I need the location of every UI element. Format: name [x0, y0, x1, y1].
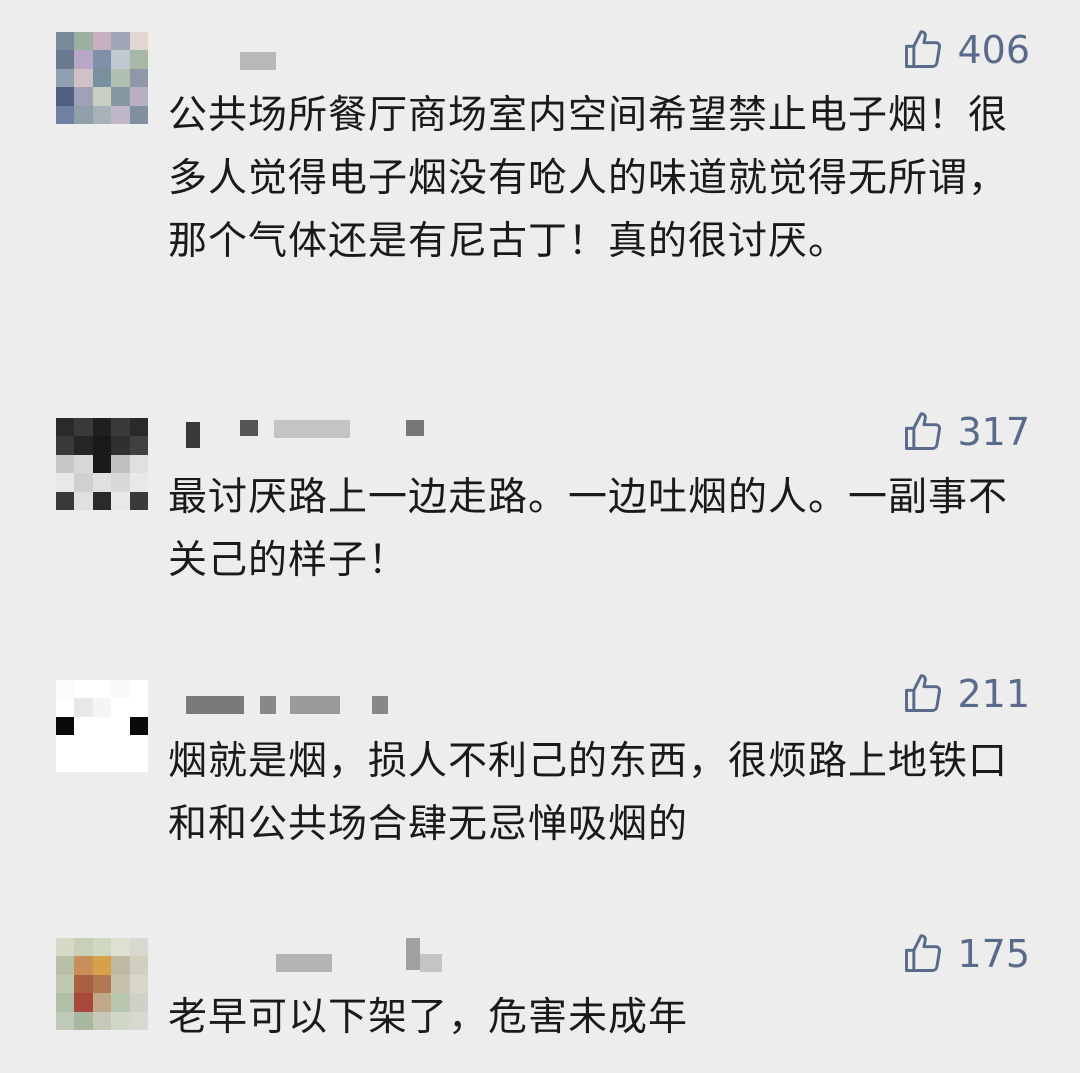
comment-text: 老早可以下架了，危害未成年	[168, 995, 689, 1040]
comment-text: 公共场所餐厅商场室内空间希望禁止电子烟！很多人觉得电子烟没有呛人的味道就觉得无所…	[168, 93, 1009, 264]
avatar[interactable]	[56, 680, 148, 772]
like-button[interactable]: 406	[901, 28, 1030, 72]
username-mask[interactable]	[274, 420, 350, 438]
like-button[interactable]: 175	[901, 932, 1030, 976]
username-mask[interactable]	[406, 420, 424, 436]
like-button[interactable]: 211	[901, 672, 1030, 716]
username-mask[interactable]	[420, 954, 442, 972]
username-mask[interactable]	[240, 420, 258, 436]
like-count: 406	[957, 28, 1030, 72]
username-mask[interactable]	[240, 52, 276, 70]
thumbs-up-icon	[905, 674, 942, 712]
username-mask[interactable]	[186, 696, 244, 714]
thumbs-up-icon	[905, 934, 942, 972]
avatar[interactable]	[56, 32, 148, 124]
like-button[interactable]: 317	[901, 410, 1030, 454]
thumbs-up-icon	[905, 30, 942, 68]
username-mask[interactable]	[406, 938, 420, 970]
username-mask[interactable]	[186, 422, 200, 448]
avatar[interactable]	[56, 938, 148, 1030]
username-mask[interactable]	[260, 696, 276, 714]
like-count: 211	[957, 672, 1030, 716]
like-count: 317	[957, 410, 1030, 454]
username-mask[interactable]	[290, 696, 340, 714]
comment-text: 烟就是烟，损人不利己的东西，很烦路上地铁口和和公共场合肆无忌惮吸烟的	[168, 739, 1009, 847]
like-count: 175	[957, 932, 1030, 976]
username-mask[interactable]	[276, 954, 332, 972]
avatar[interactable]	[56, 418, 148, 510]
thumbs-up-icon	[905, 412, 942, 450]
comment-text: 最讨厌路上一边走路。一边吐烟的人。一副事不关己的样子！	[168, 475, 1009, 583]
username-mask[interactable]	[372, 696, 388, 714]
